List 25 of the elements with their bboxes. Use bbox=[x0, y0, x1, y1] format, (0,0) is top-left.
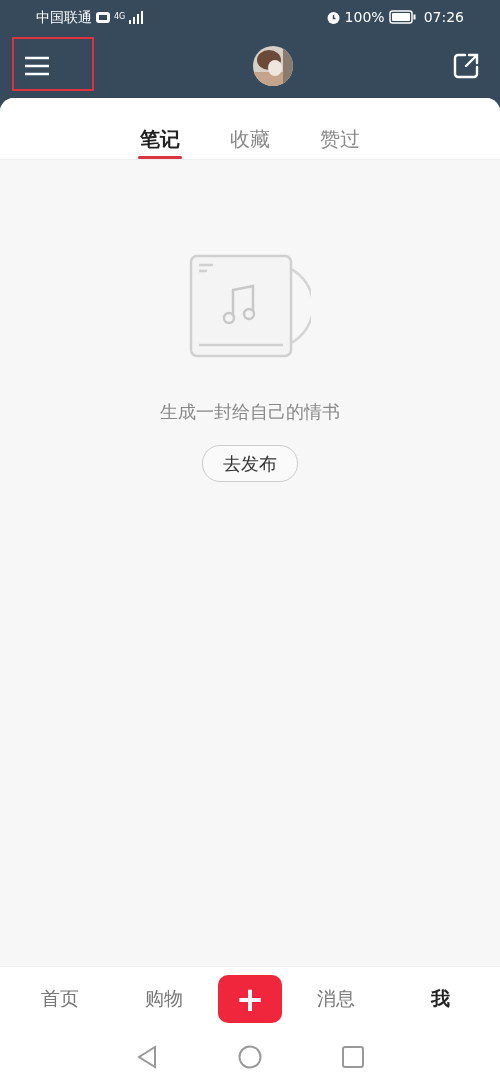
nav-tab[interactable]: 购物 bbox=[114, 983, 214, 1014]
tab[interactable]: 收藏 bbox=[224, 119, 276, 159]
publish-button[interactable]: 去发布 bbox=[202, 445, 298, 482]
empty-message: 生成一封给自己的情书 bbox=[160, 400, 340, 424]
tab[interactable]: 笔记 bbox=[134, 119, 186, 159]
nav-tab[interactable]: 我 bbox=[390, 983, 490, 1014]
recents-icon[interactable] bbox=[342, 1045, 364, 1068]
signal-icon bbox=[129, 10, 144, 24]
alarm-icon bbox=[325, 9, 341, 25]
network-type: 4G bbox=[114, 11, 126, 23]
hd-icon bbox=[96, 11, 110, 23]
home-icon[interactable] bbox=[238, 1044, 262, 1069]
music-album-icon bbox=[189, 254, 311, 360]
back-icon[interactable] bbox=[136, 1044, 158, 1069]
battery-icon bbox=[388, 10, 416, 24]
clock: 07:26 bbox=[423, 7, 464, 27]
nav-tab[interactable]: 首页 bbox=[10, 983, 110, 1014]
carrier-name: 中国联通 bbox=[36, 7, 92, 27]
nav-tab[interactable]: 消息 bbox=[286, 983, 386, 1014]
menu-icon bbox=[24, 56, 50, 76]
add-button[interactable]: + bbox=[218, 974, 282, 1023]
share-button[interactable] bbox=[452, 52, 480, 80]
tab[interactable]: 赞过 bbox=[314, 119, 366, 159]
share-icon bbox=[452, 52, 480, 80]
battery-percent: 100% bbox=[344, 7, 385, 27]
